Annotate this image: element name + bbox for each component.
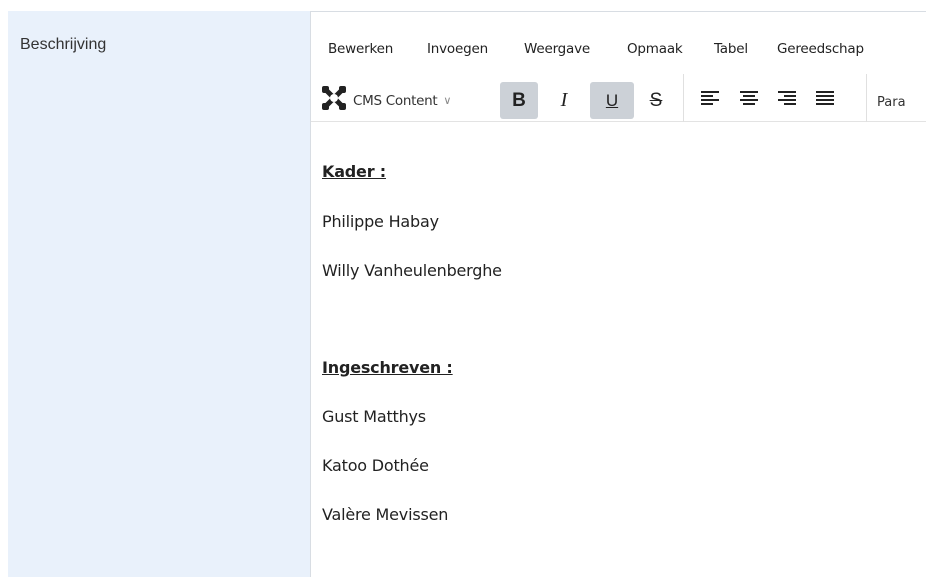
strikethrough-icon: S bbox=[649, 89, 663, 111]
chevron-down-icon: ∨ bbox=[443, 95, 452, 107]
toolbar-divider bbox=[866, 74, 867, 122]
menu-gereedschap[interactable]: Gereedschap bbox=[777, 41, 864, 57]
content-line: Gust Matthys bbox=[322, 407, 426, 426]
cms-content-dropdown[interactable]: CMS Content ∨ bbox=[319, 82, 451, 119]
menu-bewerken[interactable]: Bewerken bbox=[328, 41, 393, 57]
content-line: Philippe Habay bbox=[322, 212, 439, 231]
strikethrough-button[interactable]: S bbox=[637, 82, 675, 119]
field-label-column: Beschrijving bbox=[8, 11, 310, 577]
content-line: Willy Vanheulenberghe bbox=[322, 261, 502, 280]
align-justify-icon bbox=[816, 90, 834, 111]
menu-weergave[interactable]: Weergave bbox=[524, 41, 590, 57]
cms-content-label: CMS Content bbox=[353, 92, 438, 109]
menu-tabel[interactable]: Tabel bbox=[714, 41, 748, 57]
align-center-button[interactable] bbox=[730, 82, 768, 119]
rich-text-editor: Bewerken Invoegen Weergave Opmaak Tabel … bbox=[310, 11, 926, 577]
content-line: Valère Mevissen bbox=[322, 505, 449, 524]
bold-button[interactable]: B bbox=[500, 82, 538, 119]
underline-icon: U bbox=[605, 90, 619, 110]
align-justify-button[interactable] bbox=[806, 82, 844, 119]
joomla-icon bbox=[319, 83, 349, 118]
italic-icon: I bbox=[560, 89, 568, 111]
toolbar-divider bbox=[683, 74, 684, 122]
italic-button[interactable]: I bbox=[545, 82, 583, 119]
bold-icon: B bbox=[512, 89, 526, 111]
underline-button[interactable]: U bbox=[590, 82, 634, 119]
align-left-icon bbox=[701, 90, 719, 111]
field-label: Beschrijving bbox=[20, 36, 107, 53]
content-line: Katoo Dothée bbox=[322, 456, 429, 475]
align-right-button[interactable] bbox=[768, 82, 806, 119]
align-left-button[interactable] bbox=[691, 82, 729, 119]
content-heading-ingeschreven: Ingeschreven : bbox=[322, 358, 453, 377]
editor-toolbar: CMS Content ∨ B I U S Para bbox=[311, 74, 926, 122]
align-center-icon bbox=[740, 90, 758, 111]
paragraph-format-dropdown[interactable]: Para bbox=[877, 95, 906, 110]
menu-invoegen[interactable]: Invoegen bbox=[427, 41, 488, 57]
menu-opmaak[interactable]: Opmaak bbox=[627, 41, 683, 57]
editor-menubar: Bewerken Invoegen Weergave Opmaak Tabel … bbox=[311, 12, 926, 74]
content-heading-kader: Kader : bbox=[322, 162, 386, 181]
align-right-icon bbox=[778, 90, 796, 111]
